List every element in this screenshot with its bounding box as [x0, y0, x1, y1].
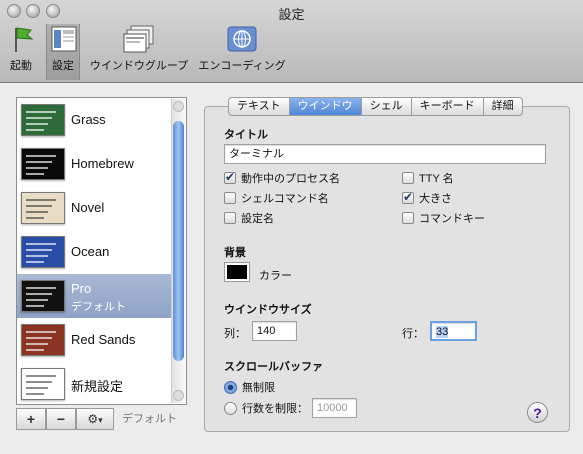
list-item[interactable]: Pro デフォルト	[17, 274, 173, 318]
rows-field[interactable]: 33	[430, 321, 477, 341]
profile-thumbnail	[21, 236, 65, 268]
help-button[interactable]: ?	[527, 402, 548, 423]
background-heading: 背景	[224, 247, 246, 259]
scrollback-heading: スクロールバッファ	[224, 361, 323, 373]
columns-label: 列：	[224, 328, 246, 340]
scroll-knob[interactable]	[173, 121, 184, 361]
profile-thumbnail	[21, 104, 65, 136]
profile-list-scrollbar[interactable]	[171, 99, 185, 403]
settings-window-icon	[47, 24, 81, 54]
list-item[interactable]: 新規設定	[17, 362, 173, 404]
tab-advanced[interactable]: 詳細	[483, 97, 523, 116]
list-item[interactable]: Novel	[17, 186, 173, 230]
rows-label: 行：	[402, 328, 424, 340]
profile-name: 新規設定	[71, 379, 124, 394]
option-profile-name[interactable]: 設定名	[224, 211, 274, 225]
add-profile-button[interactable]: +	[16, 408, 46, 430]
profile-list[interactable]: Grass Homebrew Novel Ocean Pro デフォルト Red Sands…	[16, 97, 187, 405]
shell-command-checkbox[interactable]	[224, 192, 236, 204]
scrollback-limit[interactable]: 行数を制限：	[224, 401, 308, 415]
gear-icon: ⚙	[87, 412, 99, 426]
list-item[interactable]: Homebrew	[17, 142, 173, 186]
list-item[interactable]: Red Sands	[17, 318, 173, 362]
background-color-label: カラー	[259, 270, 292, 282]
tty-name-checkbox[interactable]	[402, 172, 414, 184]
tab-text[interactable]: テキスト	[228, 97, 290, 116]
option-tty-name[interactable]: TTY 名	[402, 171, 454, 185]
toolbar-startup[interactable]: 起動	[5, 24, 37, 80]
profile-thumbnail	[21, 280, 65, 312]
dimensions-checkbox[interactable]	[402, 190, 414, 204]
titlebar-toolbar: 設定 起動 設定 ウインドウグループ エンコーディング	[0, 0, 583, 83]
tab-keyboard[interactable]: キーボード	[411, 97, 484, 116]
list-item[interactable]: Ocean	[17, 230, 173, 274]
scroll-up-arrow[interactable]	[173, 101, 184, 112]
option-dimensions[interactable]: 大きさ	[402, 190, 452, 205]
process-name-checkbox[interactable]	[224, 170, 236, 184]
gear-menu-button[interactable]: ⚙▾	[76, 408, 114, 430]
profile-thumbnail	[21, 148, 65, 180]
profile-thumbnail	[21, 192, 65, 224]
tab-window[interactable]: ウインドウ	[289, 97, 362, 116]
limit-lines-field[interactable]: 10000	[312, 398, 357, 418]
profile-name: Red Sands	[71, 332, 136, 347]
window-title: 設定	[278, 7, 305, 22]
profile-name: Pro	[71, 281, 92, 296]
profile-name: Homebrew	[71, 156, 134, 171]
profile-default-badge: デフォルト	[71, 301, 126, 313]
background-color-well[interactable]	[224, 262, 250, 282]
encoding-globe-icon	[225, 24, 259, 54]
profile-name: Ocean	[71, 244, 110, 259]
profile-name: Grass	[71, 112, 106, 127]
background-color-swatch	[227, 265, 247, 279]
command-key-checkbox[interactable]	[402, 212, 414, 224]
title-heading: タイトル	[224, 129, 268, 141]
unlimited-radio[interactable]	[224, 380, 237, 394]
chevron-down-icon: ▾	[98, 415, 103, 425]
toolbar-encoding[interactable]: エンコーディング	[196, 24, 288, 80]
profile-thumbnail	[21, 368, 65, 400]
profile-name-checkbox[interactable]	[224, 212, 236, 224]
default-button[interactable]: デフォルト	[122, 408, 186, 430]
option-command-key[interactable]: コマンドキー	[402, 211, 485, 225]
scrollback-unlimited[interactable]: 無制限	[224, 380, 275, 394]
startup-flag-icon	[5, 24, 39, 54]
tab-shell[interactable]: シェル	[361, 97, 412, 116]
toolbar-window-group[interactable]: ウインドウグループ	[89, 24, 189, 80]
profile-thumbnail	[21, 324, 65, 356]
option-shell-command[interactable]: シェルコマンド名	[224, 191, 329, 205]
window-group-icon	[122, 24, 156, 54]
settings-tabs: テキスト ウインドウ シェル キーボード 詳細	[228, 97, 523, 116]
limit-radio[interactable]	[224, 401, 237, 415]
toolbar-settings[interactable]: 設定	[46, 24, 80, 80]
profile-name: Novel	[71, 200, 105, 215]
option-process-name[interactable]: 動作中のプロセス名	[224, 170, 340, 185]
list-item[interactable]: Grass	[17, 98, 173, 142]
columns-field[interactable]: 140	[252, 321, 297, 341]
window-size-heading: ウインドウサイズ	[224, 304, 312, 316]
remove-profile-button[interactable]: −	[46, 408, 76, 430]
title-field[interactable]: ターミナル	[224, 144, 546, 164]
scroll-down-arrow[interactable]	[173, 390, 184, 401]
preferences-window: 設定 起動 設定 ウインドウグループ エンコーディング Grass Homebr…	[0, 0, 583, 454]
